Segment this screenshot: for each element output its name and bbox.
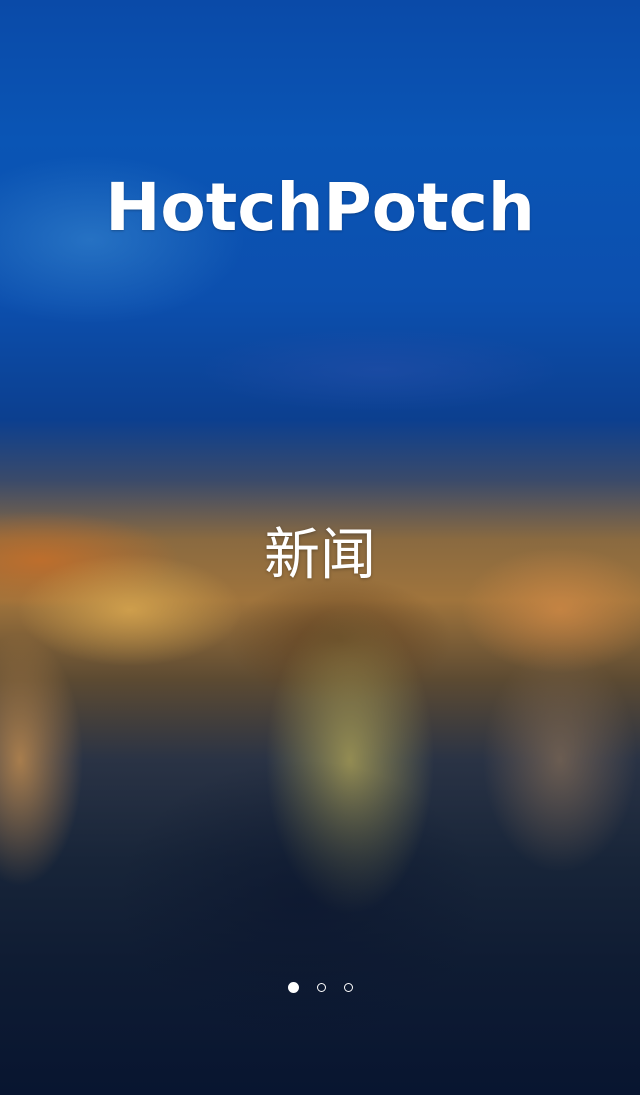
page-dot-1[interactable] — [287, 981, 299, 993]
splash-screen: HotchPotch 新闻 — [0, 0, 640, 1095]
app-title: HotchPotch — [105, 169, 535, 246]
page-indicator — [0, 980, 640, 994]
slide-label: 新闻 — [264, 523, 376, 588]
page-dot-3[interactable] — [343, 982, 353, 992]
page-dot-2[interactable] — [316, 982, 326, 992]
